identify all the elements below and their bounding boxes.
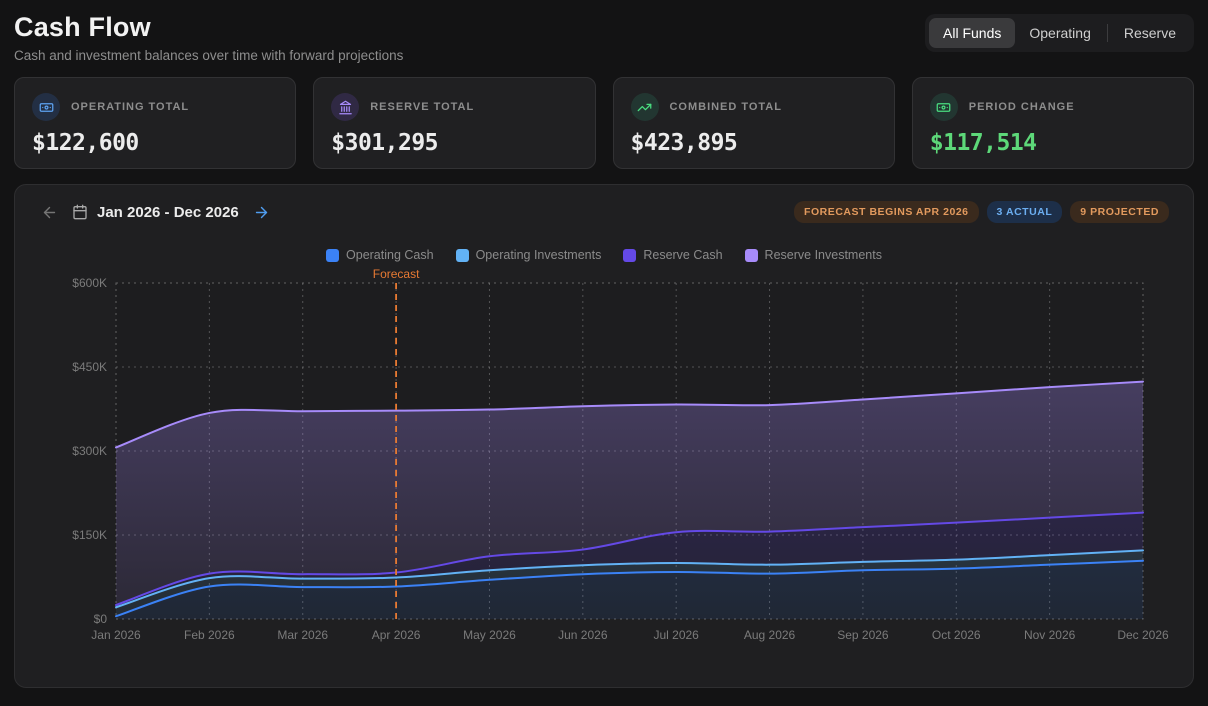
stats-row: OPERATING TOTAL $122,600 RESERVE TOTAL $… [14, 77, 1194, 169]
next-period-button[interactable] [251, 202, 272, 223]
date-range-label: Jan 2026 - Dec 2026 [97, 204, 239, 221]
stat-card-header: PERIOD CHANGE [930, 93, 1176, 121]
svg-text:Aug 2026: Aug 2026 [744, 628, 796, 642]
stat-value: $122,600 [32, 130, 278, 156]
legend-swatch [326, 249, 339, 262]
legend-item-reserve-cash[interactable]: Reserve Cash [623, 248, 722, 262]
actual-count-badge: 3 ACTUAL [987, 201, 1063, 223]
topbar: Cash Flow Cash and investment balances o… [14, 12, 1194, 63]
previous-period-button[interactable] [39, 202, 60, 223]
stat-value: $423,895 [631, 130, 877, 156]
legend-item-operating-investments[interactable]: Operating Investments [456, 248, 602, 262]
arrow-right-icon [253, 204, 270, 221]
tab-divider [1107, 24, 1108, 42]
svg-text:$0: $0 [94, 612, 108, 626]
svg-text:$300K: $300K [72, 444, 107, 458]
stat-card-period-change: PERIOD CHANGE $117,514 [912, 77, 1194, 169]
chart-panel-header: Jan 2026 - Dec 2026 FORECAST BEGINS APR … [39, 201, 1169, 223]
stat-label: COMBINED TOTAL [670, 101, 782, 113]
chart-legend: Operating Cash Operating Investments Res… [39, 247, 1169, 263]
legend-item-reserve-investments[interactable]: Reserve Investments [745, 248, 882, 262]
cash-flow-dashboard: Cash Flow Cash and investment balances o… [0, 0, 1208, 688]
stat-value: $301,295 [331, 130, 577, 156]
chart-badges: FORECAST BEGINS APR 2026 3 ACTUAL 9 PROJ… [794, 201, 1169, 223]
legend-label: Operating Cash [346, 248, 434, 262]
calendar-icon [72, 204, 88, 220]
landmark-icon [331, 93, 359, 121]
legend-label: Reserve Cash [643, 248, 722, 262]
stat-card-operating-total: OPERATING TOTAL $122,600 [14, 77, 296, 169]
projected-count-badge: 9 PROJECTED [1070, 201, 1169, 223]
legend-swatch [745, 249, 758, 262]
legend-item-operating-cash[interactable]: Operating Cash [326, 248, 434, 262]
legend-swatch [456, 249, 469, 262]
stat-card-reserve-total: RESERVE TOTAL $301,295 [313, 77, 595, 169]
trending-up-icon [631, 93, 659, 121]
legend-label: Operating Investments [476, 248, 602, 262]
stat-card-header: RESERVE TOTAL [331, 93, 577, 121]
banknotes-icon [32, 93, 60, 121]
stat-card-combined-total: COMBINED TOTAL $423,895 [613, 77, 895, 169]
svg-text:Oct 2026: Oct 2026 [932, 628, 981, 642]
page-title: Cash Flow [14, 12, 403, 43]
svg-text:Forecast: Forecast [373, 267, 420, 281]
svg-text:May 2026: May 2026 [463, 628, 516, 642]
svg-text:Mar 2026: Mar 2026 [277, 628, 328, 642]
tab-all-funds[interactable]: All Funds [929, 18, 1015, 48]
stat-value: $117,514 [930, 130, 1176, 156]
svg-text:Sep 2026: Sep 2026 [837, 628, 889, 642]
svg-text:Feb 2026: Feb 2026 [184, 628, 235, 642]
stat-label: OPERATING TOTAL [71, 101, 189, 113]
chart-area: Forecast $0 $150K $300K $450K $600K Jan 2026 Fe… [39, 267, 1169, 666]
svg-text:Dec 2026: Dec 2026 [1117, 628, 1169, 642]
stat-card-header: OPERATING TOTAL [32, 93, 278, 121]
arrow-left-icon [41, 204, 58, 221]
tab-reserve[interactable]: Reserve [1110, 18, 1190, 48]
stat-label: PERIOD CHANGE [969, 101, 1075, 113]
svg-text:$600K: $600K [72, 276, 107, 290]
chart-panel: Jan 2026 - Dec 2026 FORECAST BEGINS APR … [14, 184, 1194, 688]
svg-text:Jan 2026: Jan 2026 [91, 628, 141, 642]
stat-label: RESERVE TOTAL [370, 101, 474, 113]
banknotes-icon [930, 93, 958, 121]
svg-text:Jun 2026: Jun 2026 [558, 628, 608, 642]
svg-text:$450K: $450K [72, 360, 107, 374]
forecast-begins-badge: FORECAST BEGINS APR 2026 [794, 201, 979, 223]
svg-text:Apr 2026: Apr 2026 [372, 628, 421, 642]
svg-text:$150K: $150K [72, 528, 107, 542]
date-range-label-group: Jan 2026 - Dec 2026 [72, 204, 239, 221]
tab-operating[interactable]: Operating [1015, 18, 1104, 48]
svg-text:Nov 2026: Nov 2026 [1024, 628, 1076, 642]
title-block: Cash Flow Cash and investment balances o… [14, 12, 403, 63]
page-subtitle: Cash and investment balances over time w… [14, 48, 403, 63]
cashflow-stacked-area-chart: Forecast $0 $150K $300K $450K $600K Jan 2026 Fe… [39, 267, 1171, 661]
svg-text:Jul 2026: Jul 2026 [653, 628, 699, 642]
legend-swatch [623, 249, 636, 262]
fund-filter-tabs: All Funds Operating Reserve [925, 14, 1194, 52]
stat-card-header: COMBINED TOTAL [631, 93, 877, 121]
date-range-nav: Jan 2026 - Dec 2026 [39, 202, 272, 223]
legend-label: Reserve Investments [765, 248, 882, 262]
